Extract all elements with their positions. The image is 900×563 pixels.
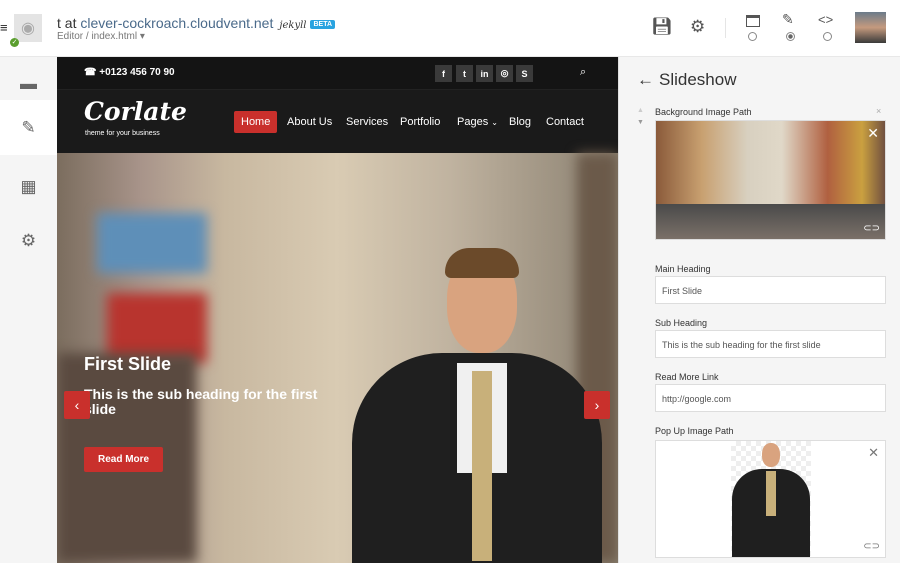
sub-heading-input[interactable]: This is the sub heading for the first sl… (655, 330, 886, 358)
next-slide-arrow[interactable]: › (584, 391, 610, 419)
editor-panel: ← Slideshow ▲ ▼ Background Image Path × … (618, 57, 900, 563)
panel-title: Slideshow (659, 70, 737, 89)
read-more-button[interactable]: Read More (84, 447, 164, 472)
gear-icon[interactable]: ⚙ (0, 214, 57, 268)
site-tagline: theme for your business (85, 130, 160, 137)
facebook-icon[interactable]: f (435, 65, 452, 82)
read-more-link-label: Read More Link (655, 372, 719, 382)
bg-image-label: Background Image Path (655, 107, 752, 117)
phone-icon: ☎ (84, 67, 97, 78)
editor-radio[interactable] (786, 32, 795, 41)
main-heading-input[interactable]: First Slide (655, 276, 886, 304)
link-icon[interactable]: ⊂⊃ (863, 541, 880, 552)
search-icon[interactable]: ⌕ (580, 66, 586, 79)
beta-badge: BETA (310, 19, 336, 29)
slide-subheading: This is the sub heading for the first sl… (84, 386, 318, 417)
move-up-icon[interactable]: ▲ (637, 107, 644, 114)
read-more-link-input[interactable]: http://google.com (655, 384, 886, 412)
site-title: t at clever-cockroach.cloudvent.net jekyl… (57, 15, 336, 31)
background-building (97, 213, 207, 273)
gear-icon[interactable]: ⚙ (690, 17, 705, 37)
sidebar: ▬ ✎ ▦ ⚙ (0, 57, 57, 563)
top-bar: ≡ ◉ ✓ t at clever-cockroach.cloudvent.ne… (0, 0, 900, 57)
chevron-down-icon: ⌄ (491, 118, 498, 127)
twitter-icon[interactable]: t (456, 65, 473, 82)
dribbble-icon[interactable]: ◎ (496, 65, 513, 82)
phone: ☎ +0123 456 70 90 (84, 67, 175, 78)
back-arrow-icon[interactable]: ← (637, 70, 654, 90)
hero-slider: First Slide This is the sub heading for … (57, 153, 618, 563)
calendar-icon[interactable]: ▦ (0, 160, 57, 214)
slide-heading: First Slide (84, 354, 172, 374)
preview-radio[interactable] (748, 32, 757, 41)
man-hair (445, 248, 519, 278)
site-preview: ☎ +0123 456 70 90 f t in ◎ S ⌕ Corlate t… (57, 57, 618, 563)
nav-home[interactable]: Home (234, 111, 278, 133)
site-topbar: ☎ +0123 456 70 90 f t in ◎ S ⌕ (57, 57, 618, 90)
source-radio[interactable] (823, 32, 832, 41)
close-icon[interactable]: ✕ (868, 445, 879, 461)
move-down-icon[interactable]: ▼ (637, 119, 644, 126)
popup-image-preview[interactable]: ✕ ⊂⊃ (655, 440, 886, 558)
linkedin-icon[interactable]: in (476, 65, 493, 82)
remove-item-icon[interactable]: × (876, 106, 881, 116)
jekyll-logo: jekyll (279, 20, 307, 31)
status-check-icon: ✓ (10, 38, 19, 47)
menu-icon[interactable]: ≡ (0, 20, 8, 35)
code-icon[interactable]: <> (818, 12, 833, 27)
man-tie (472, 371, 492, 561)
phone-number: +0123 456 70 90 (99, 67, 175, 78)
nav-services[interactable]: Services (339, 111, 395, 133)
site-domain[interactable]: clever-cockroach.cloudvent.net (80, 15, 273, 31)
caret-down-icon: ▾ (139, 31, 145, 42)
man-tie (766, 471, 776, 516)
street-image (656, 204, 885, 239)
man-face (762, 443, 780, 467)
divider (725, 18, 726, 38)
nav-pages[interactable]: Pages ⌄ (450, 111, 505, 133)
save-icon[interactable]: 💾︎ (651, 17, 673, 37)
nav-pages-label: Pages (457, 116, 489, 128)
skype-icon[interactable]: S (516, 65, 533, 82)
pencil-icon[interactable]: ✎ (782, 11, 794, 28)
site-eye-icon[interactable]: ◉ (14, 14, 42, 42)
avatar[interactable] (855, 12, 886, 43)
bg-image-preview[interactable]: ✕ ⊂⊃ (655, 120, 886, 240)
nav-about[interactable]: About Us (280, 111, 339, 133)
window-icon[interactable] (746, 15, 760, 27)
close-icon[interactable]: ✕ (867, 125, 879, 142)
prev-slide-arrow[interactable]: ‹ (64, 391, 90, 419)
nav-contact[interactable]: Contact (539, 111, 591, 133)
sub-heading-label: Sub Heading (655, 318, 708, 328)
link-icon[interactable]: ⊂⊃ (863, 223, 880, 234)
breadcrumb-text: Editor / index.html (57, 31, 138, 42)
title-prefix: t at (57, 15, 77, 31)
breadcrumb[interactable]: Editor / index.html ▾ (57, 31, 145, 42)
pencil-icon[interactable]: ✎ (0, 100, 57, 155)
nav-blog[interactable]: Blog (502, 111, 538, 133)
nav-portfolio[interactable]: Portfolio (393, 111, 447, 133)
main-heading-label: Main Heading (655, 264, 711, 274)
site-logo[interactable]: Corlate (84, 97, 187, 126)
popup-image-label: Pop Up Image Path (655, 426, 734, 436)
